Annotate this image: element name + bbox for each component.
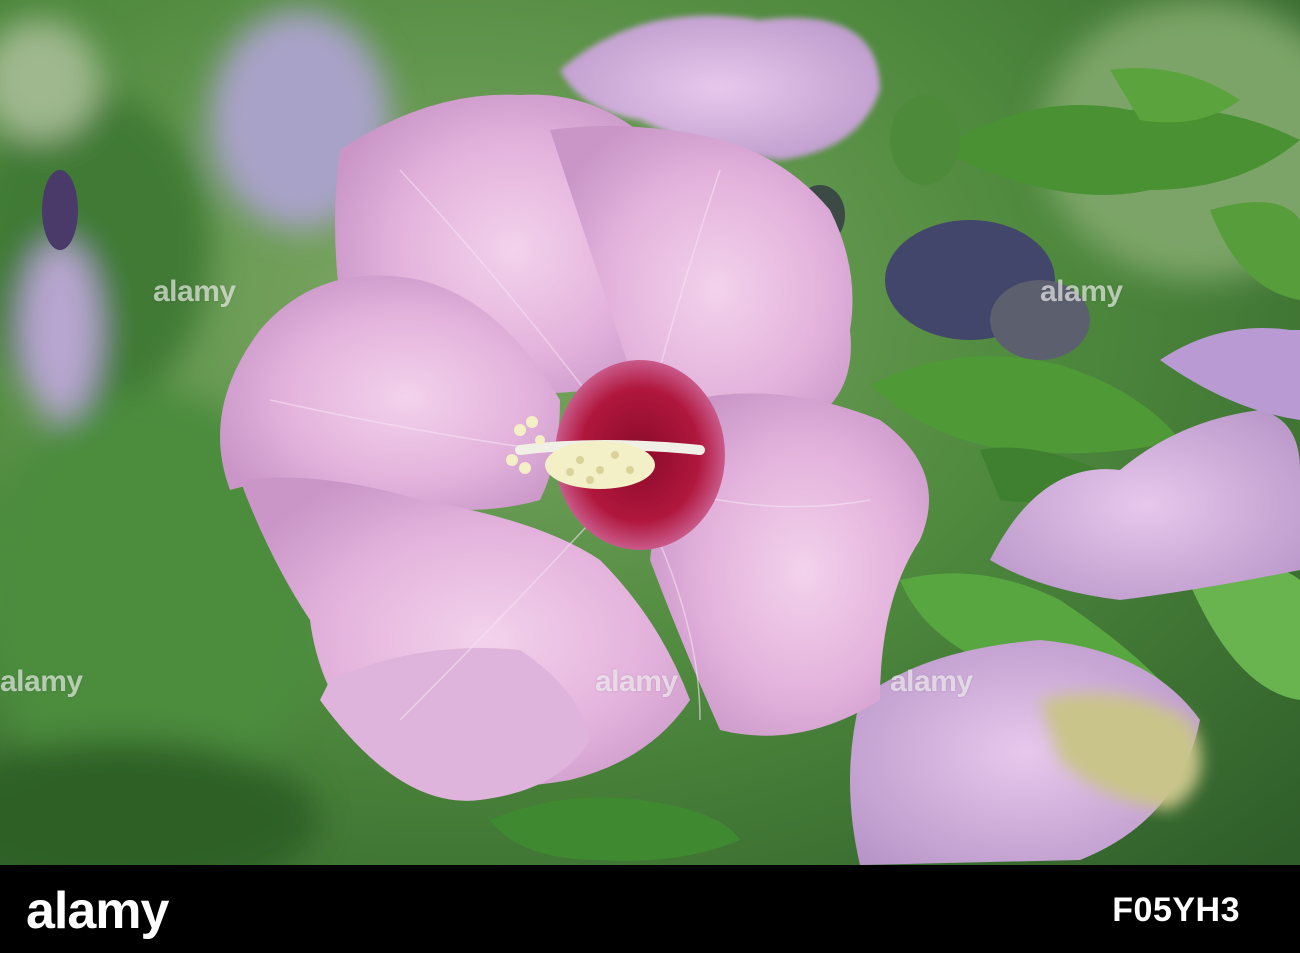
watermark: alamy <box>153 275 236 308</box>
watermark: alamy <box>595 665 678 698</box>
footer-bar: alamy F05YH3 <box>0 865 1300 953</box>
watermark: alamy <box>890 665 973 698</box>
image-id: F05YH3 <box>1112 891 1240 929</box>
alamy-logo: alamy <box>26 882 169 940</box>
photo: alamy alamy alamy alamy alamy <box>0 0 1300 865</box>
watermark: alamy <box>0 665 83 698</box>
hibiscus-photo <box>0 0 1300 865</box>
watermark: alamy <box>1040 275 1123 308</box>
